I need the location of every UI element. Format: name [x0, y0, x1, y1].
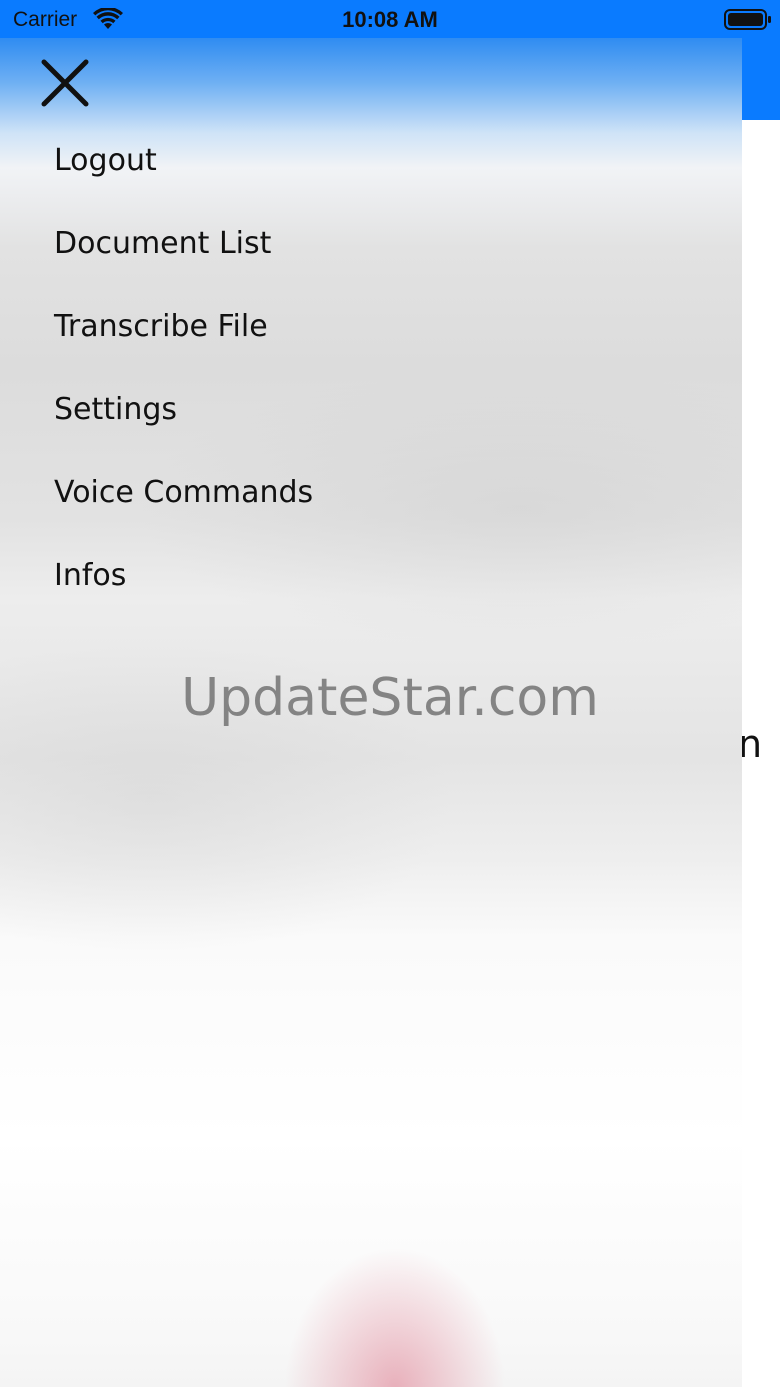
menu-item-transcribe-file[interactable]: Transcribe File: [54, 310, 313, 393]
status-bar: Carrier 10:08 AM: [0, 0, 780, 38]
menu-item-logout[interactable]: Logout: [54, 144, 313, 227]
watermark-text: UpdateStar.com: [181, 668, 599, 728]
status-time: 10:08 AM: [342, 7, 438, 32]
menu-item-voice-commands[interactable]: Voice Commands: [54, 476, 313, 559]
menu-item-document-list[interactable]: Document List: [54, 227, 313, 310]
menu-item-settings[interactable]: Settings: [54, 393, 313, 476]
drawer-menu: Logout Document List Transcribe File Set…: [54, 144, 313, 642]
battery-icon: [724, 9, 771, 30]
close-icon[interactable]: [36, 54, 94, 112]
menu-item-infos[interactable]: Infos: [54, 559, 313, 642]
